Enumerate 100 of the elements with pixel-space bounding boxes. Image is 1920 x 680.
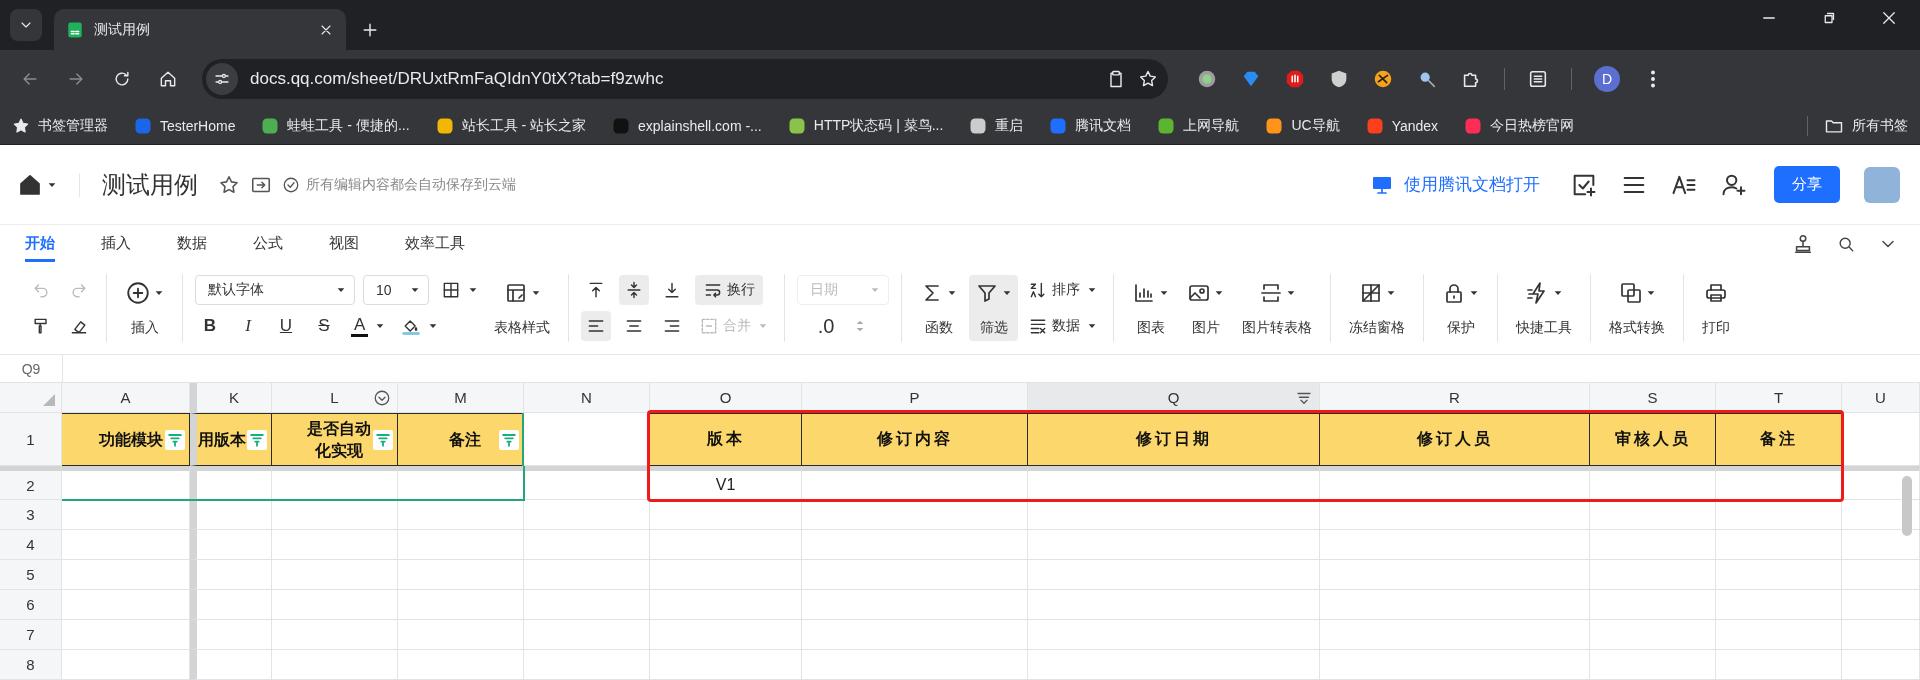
- ribbon-button[interactable]: 图片转表格: [1236, 275, 1318, 341]
- font-select[interactable]: 默认字体: [195, 275, 355, 305]
- bookmark[interactable]: Yandex: [1365, 117, 1439, 135]
- vertical-align-button[interactable]: [619, 275, 649, 305]
- reading-list-icon[interactable]: [1527, 68, 1549, 90]
- table-cell: 是否自动化实现: [272, 413, 398, 466]
- tab-list-button[interactable]: [10, 9, 42, 41]
- ribbon-tab[interactable]: 数据: [177, 225, 207, 262]
- bookmark[interactable]: 腾讯文档: [1049, 117, 1132, 135]
- print-icon: [1704, 281, 1728, 305]
- caret-down-icon: [530, 288, 541, 298]
- ribbon-tab[interactable]: 视图: [329, 225, 359, 262]
- close-icon[interactable]: [1880, 9, 1898, 27]
- strikethrough-button[interactable]: S: [309, 311, 339, 341]
- stamp-icon[interactable]: [1792, 232, 1814, 255]
- address-bar[interactable]: docs.qq.com/sheet/DRUxtRmFaQIdnY0tX?tab=f9zwhc: [202, 59, 1168, 99]
- row-number[interactable]: 2: [0, 466, 62, 500]
- ribbon-tab[interactable]: 效率工具: [405, 225, 465, 262]
- share-button[interactable]: 分享: [1774, 166, 1840, 203]
- ribbon-button[interactable]: 图表: [1126, 275, 1175, 341]
- document-title[interactable]: 测试用例: [102, 168, 198, 201]
- column-header[interactable]: S: [1590, 383, 1716, 413]
- row-number[interactable]: 7: [0, 620, 62, 650]
- column-header[interactable]: Q: [1028, 383, 1320, 413]
- ribbon-button[interactable]: 格式转换: [1603, 275, 1671, 341]
- italic-button[interactable]: I: [233, 311, 263, 341]
- home-icon[interactable]: [158, 69, 178, 89]
- bold-button[interactable]: B: [195, 311, 225, 341]
- column-header[interactable]: A: [62, 383, 190, 413]
- font-size-select[interactable]: 10: [363, 275, 429, 305]
- text-color-button[interactable]: A: [347, 311, 390, 341]
- column-header[interactable]: M: [398, 383, 524, 413]
- bookmark[interactable]: 蛙蛙工具 - 便捷的...: [261, 117, 410, 135]
- bookmark[interactable]: 今日热榜官网: [1464, 117, 1575, 135]
- ribbon-button[interactable]: 冻结窗格: [1343, 275, 1411, 341]
- row-number[interactable]: 3: [0, 500, 62, 530]
- caret-down-icon: [1087, 321, 1097, 331]
- column-header[interactable]: K: [190, 383, 272, 413]
- open-in-app-link[interactable]: 使用腾讯文档打开: [1370, 172, 1540, 197]
- reload-icon[interactable]: [112, 69, 132, 89]
- column-header[interactable]: P: [802, 383, 1028, 413]
- ribbon-tab[interactable]: 公式: [253, 225, 283, 262]
- star-icon[interactable]: [1138, 69, 1158, 89]
- circle-extension-icon[interactable]: [1196, 68, 1218, 90]
- bookmark[interactable]: 重启: [969, 117, 1024, 135]
- profile-avatar[interactable]: D: [1594, 66, 1620, 92]
- column-header[interactable]: R: [1320, 383, 1590, 413]
- column-header[interactable]: U: [1842, 383, 1920, 413]
- star-icon: [12, 117, 30, 135]
- all-bookmarks-folder[interactable]: 所有书签: [1807, 116, 1908, 136]
- row-number[interactable]: 5: [0, 560, 62, 590]
- row-number[interactable]: 4: [0, 530, 62, 560]
- bookmark[interactable]: 上网导航: [1157, 117, 1240, 135]
- caret-down-icon: [1002, 288, 1012, 298]
- table-cell: 修订内容: [802, 413, 1028, 466]
- copy-icon: [1618, 281, 1643, 305]
- chevron-circle-icon[interactable]: [373, 389, 391, 407]
- stop-hand-extension-icon[interactable]: [1284, 68, 1306, 90]
- caret-down-icon: [758, 321, 768, 331]
- bookmark[interactable]: 站长工具 - 站长之家: [435, 117, 587, 135]
- column-header[interactable]: L: [272, 383, 398, 413]
- browser-tab[interactable]: 测试用例: [54, 9, 346, 50]
- row-number[interactable]: 8: [0, 650, 62, 680]
- bookmark[interactable]: 书签管理器: [12, 117, 108, 135]
- column-header[interactable]: O: [650, 383, 802, 413]
- star-icon[interactable]: [218, 173, 240, 196]
- caret-down-icon: [336, 285, 346, 295]
- ribbon-button[interactable]: 筛选: [969, 275, 1018, 341]
- row-number[interactable]: 6: [0, 590, 62, 620]
- bookmark[interactable]: UC导航: [1265, 117, 1340, 135]
- column-header[interactable]: T: [1716, 383, 1842, 413]
- ribbon-tab[interactable]: 插入: [101, 225, 131, 262]
- ribbon-button[interactable]: 函数: [914, 275, 963, 341]
- name-box[interactable]: Q9: [0, 355, 63, 382]
- check-circle-icon: [282, 175, 300, 194]
- horizontal-align-button[interactable]: [581, 311, 611, 341]
- underline-button[interactable]: U: [271, 311, 301, 341]
- ribbon-button[interactable]: 打印: [1696, 275, 1736, 341]
- column-header[interactable]: N: [524, 383, 650, 413]
- bookmark[interactable]: explainshell.com -...: [612, 117, 762, 135]
- caret-down-icon: [1645, 288, 1656, 298]
- insert-button[interactable]: 插入: [119, 275, 170, 341]
- ribbon-tab[interactable]: 开始: [25, 225, 55, 262]
- ribbon-button[interactable]: 图片: [1181, 275, 1230, 341]
- table-cell: 修订人员: [1320, 413, 1590, 466]
- ribbon-button[interactable]: 保护: [1436, 275, 1485, 341]
- table-cell: V1: [650, 466, 802, 500]
- ribbon-menu-button[interactable]: 数据: [1024, 311, 1101, 341]
- save-status: 所有编辑内容都会自动保存到云端: [306, 175, 516, 194]
- ribbon-button[interactable]: 快捷工具: [1510, 275, 1578, 341]
- bookmark[interactable]: TesterHome: [134, 117, 236, 135]
- bookmark[interactable]: HTTP状态码 | 菜鸟...: [787, 117, 944, 135]
- plus-circle-icon: [125, 280, 151, 306]
- wrap-text-button[interactable]: 换行: [695, 275, 763, 305]
- table-cell: 功能模块: [62, 413, 190, 466]
- scrollbar-thumb[interactable]: [1902, 476, 1912, 536]
- home-icon[interactable]: [18, 172, 42, 197]
- row-number[interactable]: 1: [0, 413, 62, 466]
- ribbon-menu-button[interactable]: 排序: [1024, 275, 1101, 305]
- table-style-button[interactable]: 表格样式: [488, 275, 556, 341]
